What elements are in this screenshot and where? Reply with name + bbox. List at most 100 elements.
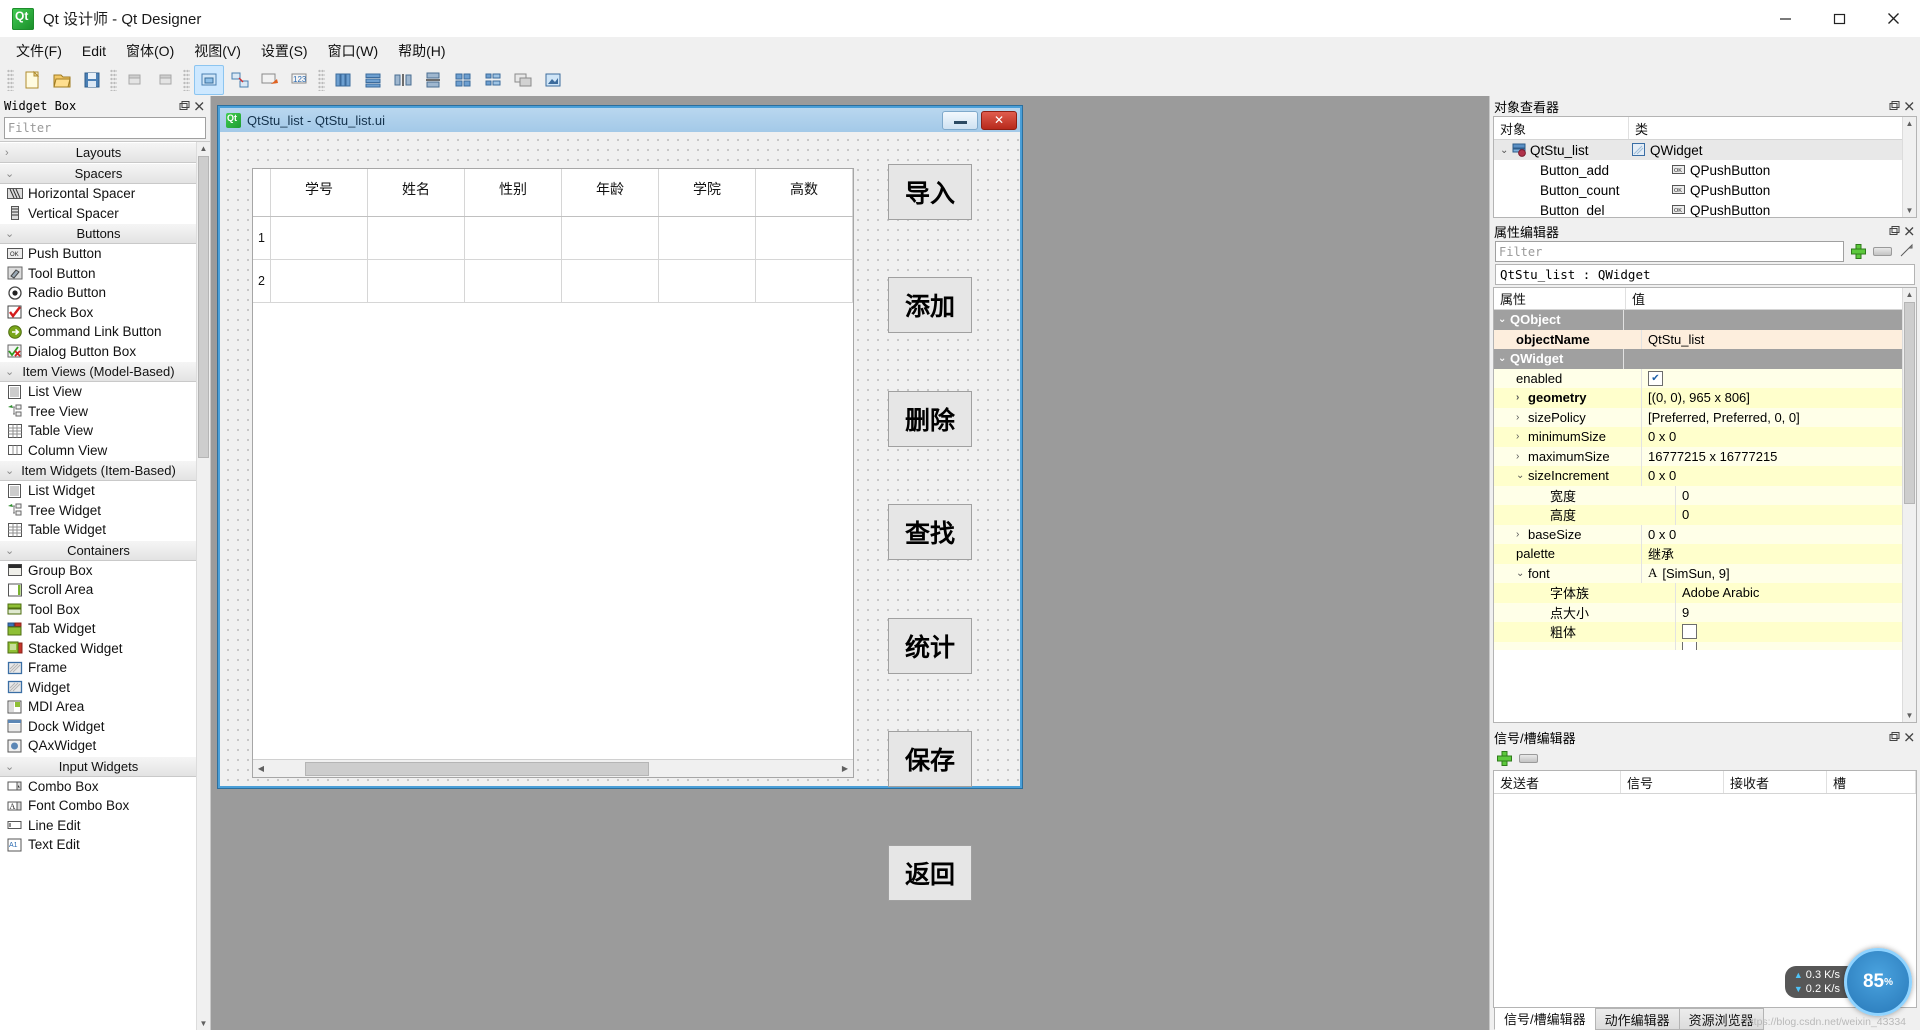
enabled-checkbox[interactable]: ✔: [1648, 370, 1663, 386]
edit-widgets-icon[interactable]: [194, 65, 224, 95]
property-row-objectname[interactable]: objectName QtStu_list: [1494, 329, 1916, 349]
column-header-class[interactable]: 类: [1629, 117, 1916, 139]
table-header-cell[interactable]: 学院: [659, 169, 756, 216]
table-row[interactable]: 1: [253, 217, 853, 260]
chevron-down-icon[interactable]: ⌄: [1498, 353, 1510, 364]
wrench-icon[interactable]: [1898, 242, 1915, 262]
widget-group-item-widgets[interactable]: ⌄ Item Widgets (Item-Based): [0, 460, 197, 481]
count-button[interactable]: 统计: [888, 618, 972, 674]
minimize-button[interactable]: [1758, 0, 1812, 37]
maximize-button[interactable]: [1812, 0, 1866, 37]
property-row-maximumsize[interactable]: › maximumSize 16777215 x 16777215: [1494, 446, 1916, 466]
table-row-header[interactable]: 1: [253, 217, 271, 259]
cpu-gauge[interactable]: 85%: [1844, 948, 1912, 1016]
property-row-sizepolicy[interactable]: › sizePolicy [Preferred, Preferred, 0, 0…: [1494, 407, 1916, 427]
widget-item-qax-widget[interactable]: QAxWidget: [0, 736, 197, 756]
form-window[interactable]: QtStu_list - QtStu_list.ui ✕ 学号 姓名 性别 年龄…: [218, 106, 1022, 901]
property-value[interactable]: [(0, 0), 965 x 806]: [1641, 388, 1916, 408]
property-row-geometry[interactable]: › geometry [(0, 0), 965 x 806]: [1494, 388, 1916, 408]
property-value[interactable]: QtStu_list: [1641, 329, 1916, 349]
scroll-right-icon[interactable]: ▶: [837, 761, 853, 777]
property-value[interactable]: [1675, 641, 1916, 650]
table-header-cell[interactable]: 学号: [271, 169, 368, 216]
layout-grid-icon[interactable]: [449, 66, 477, 94]
back-button[interactable]: 返回: [888, 845, 972, 901]
widget-item-push-button[interactable]: OK Push Button: [0, 244, 197, 264]
chevron-right-icon[interactable]: ›: [1516, 412, 1528, 423]
table-cell[interactable]: [368, 260, 465, 302]
menu-help[interactable]: 帮助(H): [388, 38, 455, 64]
object-row-qtstu-list[interactable]: ⌄ QtStu_list QWidget: [1494, 140, 1916, 160]
widget-item-list-view[interactable]: List View: [0, 382, 197, 402]
network-speed-widget[interactable]: ▲ 0.3 K/s ▼ 0.2 K/s 85%: [1784, 948, 1912, 1016]
property-value[interactable]: [1675, 622, 1916, 642]
bold-checkbox[interactable]: [1682, 624, 1697, 640]
property-row-partial[interactable]: [1494, 641, 1916, 650]
float-icon[interactable]: [1888, 731, 1901, 744]
widget-item-command-link-button[interactable]: Command Link Button: [0, 322, 197, 342]
property-value[interactable]: 0: [1675, 485, 1916, 505]
layout-splitter-h-icon[interactable]: [389, 66, 417, 94]
property-row-sizeincrement[interactable]: ⌄ sizeIncrement 0 x 0: [1494, 466, 1916, 486]
object-inspector-panel[interactable]: 对象 类 ⌄ QtStu_list QWidget Button_add OK …: [1493, 116, 1917, 218]
form-close-button[interactable]: ✕: [981, 110, 1017, 130]
edit-buddies-icon[interactable]: [256, 66, 284, 94]
close-button[interactable]: [1866, 0, 1920, 37]
widget-item-widget[interactable]: Widget: [0, 677, 197, 697]
menu-settings[interactable]: 设置(S): [251, 38, 318, 64]
widget-item-line-edit[interactable]: Line Edit: [0, 815, 197, 835]
scroll-left-icon[interactable]: ◀: [253, 761, 269, 777]
property-value[interactable]: Adobe Arabic: [1675, 583, 1916, 603]
save-form-icon[interactable]: [78, 66, 106, 94]
widget-item-scroll-area[interactable]: Scroll Area: [0, 580, 197, 600]
scroll-down-icon[interactable]: ▼: [1903, 204, 1916, 217]
table-cell[interactable]: [659, 217, 756, 259]
property-value[interactable]: ✔: [1641, 368, 1916, 388]
property-row-enabled[interactable]: enabled ✔: [1494, 368, 1916, 388]
design-canvas[interactable]: QtStu_list - QtStu_list.ui ✕ 学号 姓名 性别 年龄…: [211, 96, 1489, 1030]
property-row-bold[interactable]: 粗体: [1494, 622, 1916, 642]
column-header-value[interactable]: 值: [1626, 288, 1916, 309]
new-form-icon[interactable]: [18, 66, 46, 94]
property-row-basesize[interactable]: › baseSize 0 x 0: [1494, 524, 1916, 544]
property-value[interactable]: 继承: [1641, 544, 1916, 564]
table-cell[interactable]: [756, 260, 853, 302]
widget-item-group-box[interactable]: Group Box: [0, 560, 197, 580]
property-editor-scrollbar[interactable]: ▲ ▼: [1902, 288, 1916, 722]
scroll-up-icon[interactable]: ▲: [1903, 288, 1916, 301]
property-row-palette[interactable]: palette 继承: [1494, 544, 1916, 564]
edit-tab-order-icon[interactable]: 123: [286, 66, 314, 94]
widget-item-table-view[interactable]: Table View: [0, 421, 197, 441]
widget-group-spacers[interactable]: ⌄ Spacers: [0, 163, 197, 184]
chevron-down-icon[interactable]: ⌄: [1498, 314, 1510, 325]
layout-vertically-icon[interactable]: [359, 66, 387, 94]
property-row-width[interactable]: 宽度 0: [1494, 485, 1916, 505]
property-row-font[interactable]: ⌄ font A [SimSun, 9]: [1494, 563, 1916, 583]
widget-item-dock-widget[interactable]: Dock Widget: [0, 716, 197, 736]
widget-group-input-widgets[interactable]: ⌄ Input Widgets: [0, 755, 197, 777]
redo-icon[interactable]: [151, 66, 179, 94]
close-icon[interactable]: [1903, 100, 1916, 113]
minus-icon[interactable]: [1519, 754, 1538, 763]
widget-box-scrollbar[interactable]: ▲ ▼: [196, 142, 210, 1030]
widget-item-font-combo-box[interactable]: A Font Combo Box: [0, 796, 197, 816]
table-cell[interactable]: [465, 217, 562, 259]
scroll-thumb[interactable]: [198, 156, 209, 458]
widget-group-buttons[interactable]: ⌄ Buttons: [0, 223, 197, 244]
chevron-right-icon[interactable]: ›: [1516, 529, 1528, 540]
column-header-object[interactable]: 对象: [1494, 117, 1629, 139]
widget-item-text-edit[interactable]: A1 Text Edit: [0, 835, 197, 855]
layout-splitter-v-icon[interactable]: [419, 66, 447, 94]
table-cell[interactable]: [756, 217, 853, 259]
import-button[interactable]: 导入: [888, 164, 972, 220]
property-group-qwidget[interactable]: ⌄ QWidget: [1494, 349, 1916, 369]
widget-item-dialog-button-box[interactable]: Dialog Button Box: [0, 341, 197, 361]
object-row-button-count[interactable]: Button_count OK QPushButton: [1494, 180, 1916, 200]
chevron-down-icon[interactable]: ⌄: [1516, 568, 1528, 579]
table-header-cell[interactable]: 年龄: [562, 169, 659, 216]
object-row-button-add[interactable]: Button_add OK QPushButton: [1494, 160, 1916, 180]
form-minimize-button[interactable]: [942, 110, 978, 130]
widget-item-vertical-spacer[interactable]: Vertical Spacer: [0, 203, 197, 223]
column-header-property[interactable]: 属性: [1494, 288, 1626, 309]
widget-item-table-widget[interactable]: Table Widget: [0, 520, 197, 540]
